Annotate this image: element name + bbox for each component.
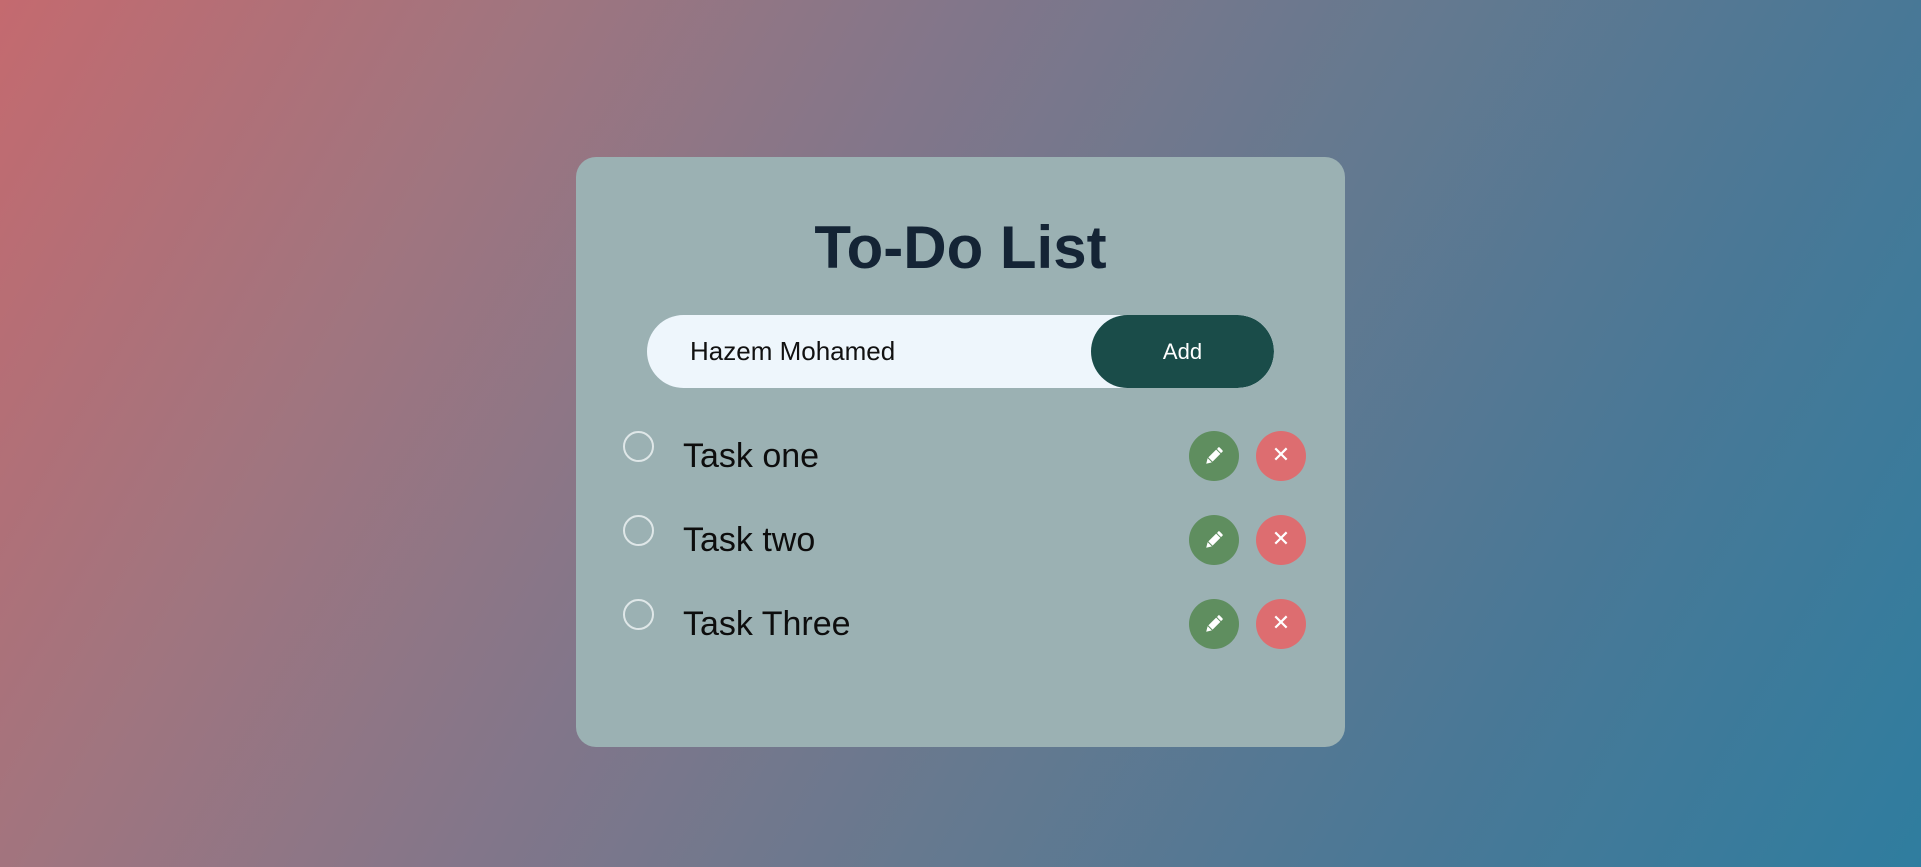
pencil-icon [1206,615,1223,632]
edit-button[interactable] [1189,515,1239,565]
page-title: To-Do List [814,214,1107,281]
pencil-icon [1206,447,1223,464]
circle-outline-icon[interactable] [623,599,654,630]
task-item: Task Three ✕ [623,599,1309,683]
task-text[interactable]: Task one [683,436,819,476]
add-task-form: Add [647,315,1274,388]
add-button[interactable]: Add [1091,315,1274,388]
x-icon: ✕ [1271,611,1291,636]
task-item: Task two ✕ [623,515,1309,599]
task-text[interactable]: Task two [683,520,815,560]
pencil-icon [1206,531,1223,548]
task-input[interactable] [647,315,1087,388]
x-icon: ✕ [1271,443,1291,468]
edit-button[interactable] [1189,431,1239,481]
edit-button[interactable] [1189,599,1239,649]
todo-card: To-Do List Add Task one ✕ [576,157,1345,747]
circle-outline-icon[interactable] [623,515,654,546]
delete-button[interactable]: ✕ [1256,515,1306,565]
x-icon: ✕ [1271,527,1291,552]
delete-button[interactable]: ✕ [1256,431,1306,481]
delete-button[interactable]: ✕ [1256,599,1306,649]
task-text[interactable]: Task Three [683,604,851,644]
circle-outline-icon[interactable] [623,431,654,462]
task-list: Task one ✕ Task two ✕ Task Three ✕ [623,431,1309,683]
task-item: Task one ✕ [623,431,1309,515]
